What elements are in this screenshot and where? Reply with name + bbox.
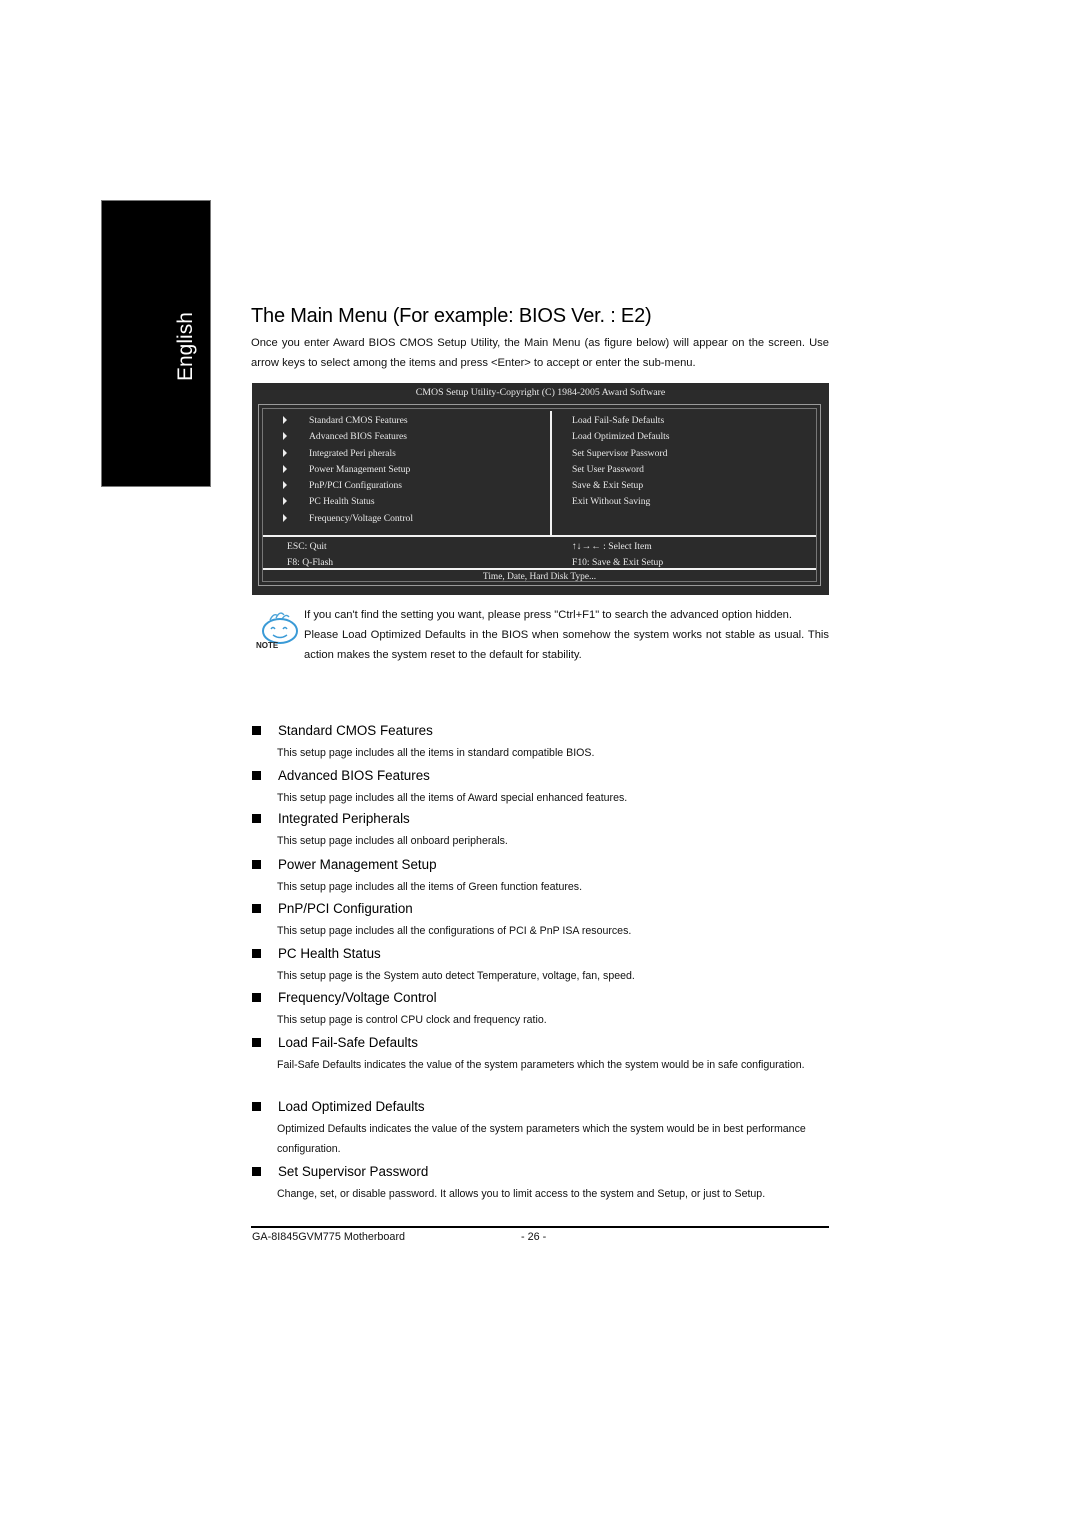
note-icon-label: NOTE bbox=[256, 641, 279, 650]
language-tab-label: English bbox=[174, 312, 197, 381]
square-bullet-icon bbox=[252, 1037, 261, 1047]
bios-frame: Standard CMOS Features Advanced BIOS Fea… bbox=[258, 404, 821, 586]
bios-left-menu: Standard CMOS Features Advanced BIOS Fea… bbox=[283, 413, 413, 527]
bios-menu-item[interactable]: Load Optimized Defaults bbox=[572, 429, 670, 445]
section-description: Optimized Defaults indicates the value o… bbox=[277, 1123, 806, 1155]
note-text: If you can't find the setting you want, … bbox=[304, 605, 829, 665]
triangle-right-icon bbox=[283, 464, 287, 473]
section-pc-health-status: PC Health Status This setup page is the … bbox=[251, 943, 831, 987]
triangle-right-icon bbox=[283, 513, 287, 522]
section-description: This setup page includes all the configu… bbox=[277, 925, 632, 937]
note-icon: NOTE bbox=[256, 610, 302, 652]
bios-menu-item[interactable]: Frequency/Voltage Control bbox=[283, 511, 413, 527]
triangle-right-icon bbox=[283, 481, 287, 490]
section-frequency-voltage-control: Frequency/Voltage Control This setup pag… bbox=[251, 987, 831, 1031]
footer-page-number: - 26 - bbox=[521, 1231, 547, 1243]
bios-divider bbox=[263, 568, 816, 570]
triangle-right-icon bbox=[283, 416, 287, 424]
language-tab: English bbox=[101, 200, 211, 487]
section-pnp-pci-configuration: PnP/PCI Configuration This setup page in… bbox=[251, 898, 831, 942]
intro-paragraph: Once you enter Award BIOS CMOS Setup Uti… bbox=[251, 337, 829, 369]
section-heading: Load Fail-Safe Defaults bbox=[278, 1034, 418, 1050]
square-bullet-icon bbox=[252, 992, 261, 1002]
bios-key-help-right: ↑↓→← : Select Item F10: Save & Exit Setu… bbox=[572, 539, 663, 572]
square-bullet-icon bbox=[252, 948, 261, 958]
bios-status-line: Time, Date, Hard Disk Type... bbox=[482, 572, 597, 582]
note-line: Please Load Optimized Defaults in the BI… bbox=[304, 629, 829, 661]
page-title: The Main Menu (For example: BIOS Ver. : … bbox=[251, 305, 652, 327]
footer-model: GA-8I845GVM775 Motherboard bbox=[252, 1231, 406, 1243]
section-heading: Power Management Setup bbox=[278, 856, 437, 872]
triangle-right-icon bbox=[283, 497, 287, 506]
key-help-arrows: ↑↓→← : Select Item bbox=[572, 541, 652, 552]
section-description: This setup page includes all the items o… bbox=[277, 881, 583, 893]
section-description: This setup page is control CPU clock and… bbox=[277, 1014, 547, 1026]
bios-menu-item[interactable]: Integrated Peri pherals bbox=[283, 446, 413, 462]
section-heading: Frequency/Voltage Control bbox=[278, 989, 437, 1005]
bios-menu-item[interactable]: Power Management Setup bbox=[283, 462, 413, 478]
section-advanced-bios-features: Advanced BIOS Features This setup page i… bbox=[251, 765, 831, 809]
section-load-optimized-defaults: Load Optimized Defaults Optimized Defaul… bbox=[251, 1096, 831, 1159]
square-bullet-icon bbox=[252, 1101, 261, 1111]
section-load-fail-safe-defaults: Load Fail-Safe Defaults Fail-Safe Defaul… bbox=[251, 1032, 831, 1076]
section-description: This setup page includes all the items o… bbox=[277, 792, 628, 804]
triangle-right-icon bbox=[283, 432, 287, 441]
section-integrated-peripherals: Integrated Peripherals This setup page i… bbox=[251, 808, 831, 852]
section-description: This setup page includes all the items i… bbox=[277, 747, 595, 759]
bios-title: CMOS Setup Utility-Copyright (C) 1984-20… bbox=[415, 387, 666, 398]
section-power-management-setup: Power Management Setup This setup page i… bbox=[251, 854, 831, 898]
section-description: Change, set, or disable password. It all… bbox=[277, 1188, 766, 1200]
section-heading: PC Health Status bbox=[278, 945, 381, 961]
bios-right-menu: Load Fail-Safe Defaults Load Optimized D… bbox=[572, 413, 670, 511]
section-description: Fail-Safe Defaults indicates the value o… bbox=[277, 1059, 805, 1071]
square-bullet-icon bbox=[252, 903, 261, 913]
square-bullet-icon bbox=[252, 725, 261, 735]
square-bullet-icon bbox=[252, 1166, 261, 1176]
square-bullet-icon bbox=[252, 770, 261, 780]
key-help-esc: ESC: Quit bbox=[287, 541, 327, 552]
section-description: This setup page is the System auto detec… bbox=[277, 970, 635, 982]
section-heading: Advanced BIOS Features bbox=[278, 767, 430, 783]
section-description: This setup page includes all onboard per… bbox=[277, 835, 508, 847]
bios-menu-item[interactable]: PC Health Status bbox=[283, 494, 413, 510]
bios-divider bbox=[263, 535, 816, 537]
bios-menu-item[interactable]: Set User Password bbox=[572, 462, 670, 478]
section-heading: Integrated Peripherals bbox=[278, 810, 410, 826]
square-bullet-icon bbox=[252, 859, 261, 869]
bios-menu-item[interactable]: PnP/PCI Configurations bbox=[283, 478, 413, 494]
bios-menu-item[interactable]: Load Fail-Safe Defaults bbox=[572, 413, 670, 429]
note-line: If you can't find the setting you want, … bbox=[304, 609, 793, 621]
square-bullet-icon bbox=[252, 813, 261, 823]
bios-key-help-left: ESC: Quit F8: Q-Flash bbox=[287, 539, 333, 572]
section-heading: Set Supervisor Password bbox=[278, 1163, 429, 1179]
section-standard-cmos-features: Standard CMOS Features This setup page i… bbox=[251, 720, 831, 764]
section-heading: Standard CMOS Features bbox=[278, 722, 433, 738]
section-heading: PnP/PCI Configuration bbox=[278, 900, 413, 916]
section-heading: Load Optimized Defaults bbox=[278, 1098, 425, 1114]
bios-main-menu-screenshot: CMOS Setup Utility-Copyright (C) 1984-20… bbox=[252, 383, 829, 595]
key-help-f10: F10: Save & Exit Setup bbox=[572, 557, 664, 569]
bios-menu-item[interactable]: Standard CMOS Features bbox=[283, 413, 413, 429]
section-set-supervisor-password: Set Supervisor Password Change, set, or … bbox=[251, 1161, 831, 1205]
bios-inner-frame: Standard CMOS Features Advanced BIOS Fea… bbox=[262, 408, 817, 582]
bios-menu-item[interactable]: Advanced BIOS Features bbox=[283, 429, 413, 445]
bios-menu-item[interactable]: Set Supervisor Password bbox=[572, 446, 670, 462]
bios-menu-item[interactable]: Exit Without Saving bbox=[572, 494, 670, 510]
key-help-f8: F8: Q-Flash bbox=[287, 557, 334, 569]
bios-column-divider bbox=[550, 411, 552, 536]
footer-rule bbox=[251, 1226, 829, 1228]
triangle-right-icon bbox=[283, 448, 287, 457]
bios-menu-item[interactable]: Save & Exit Setup bbox=[572, 478, 670, 494]
